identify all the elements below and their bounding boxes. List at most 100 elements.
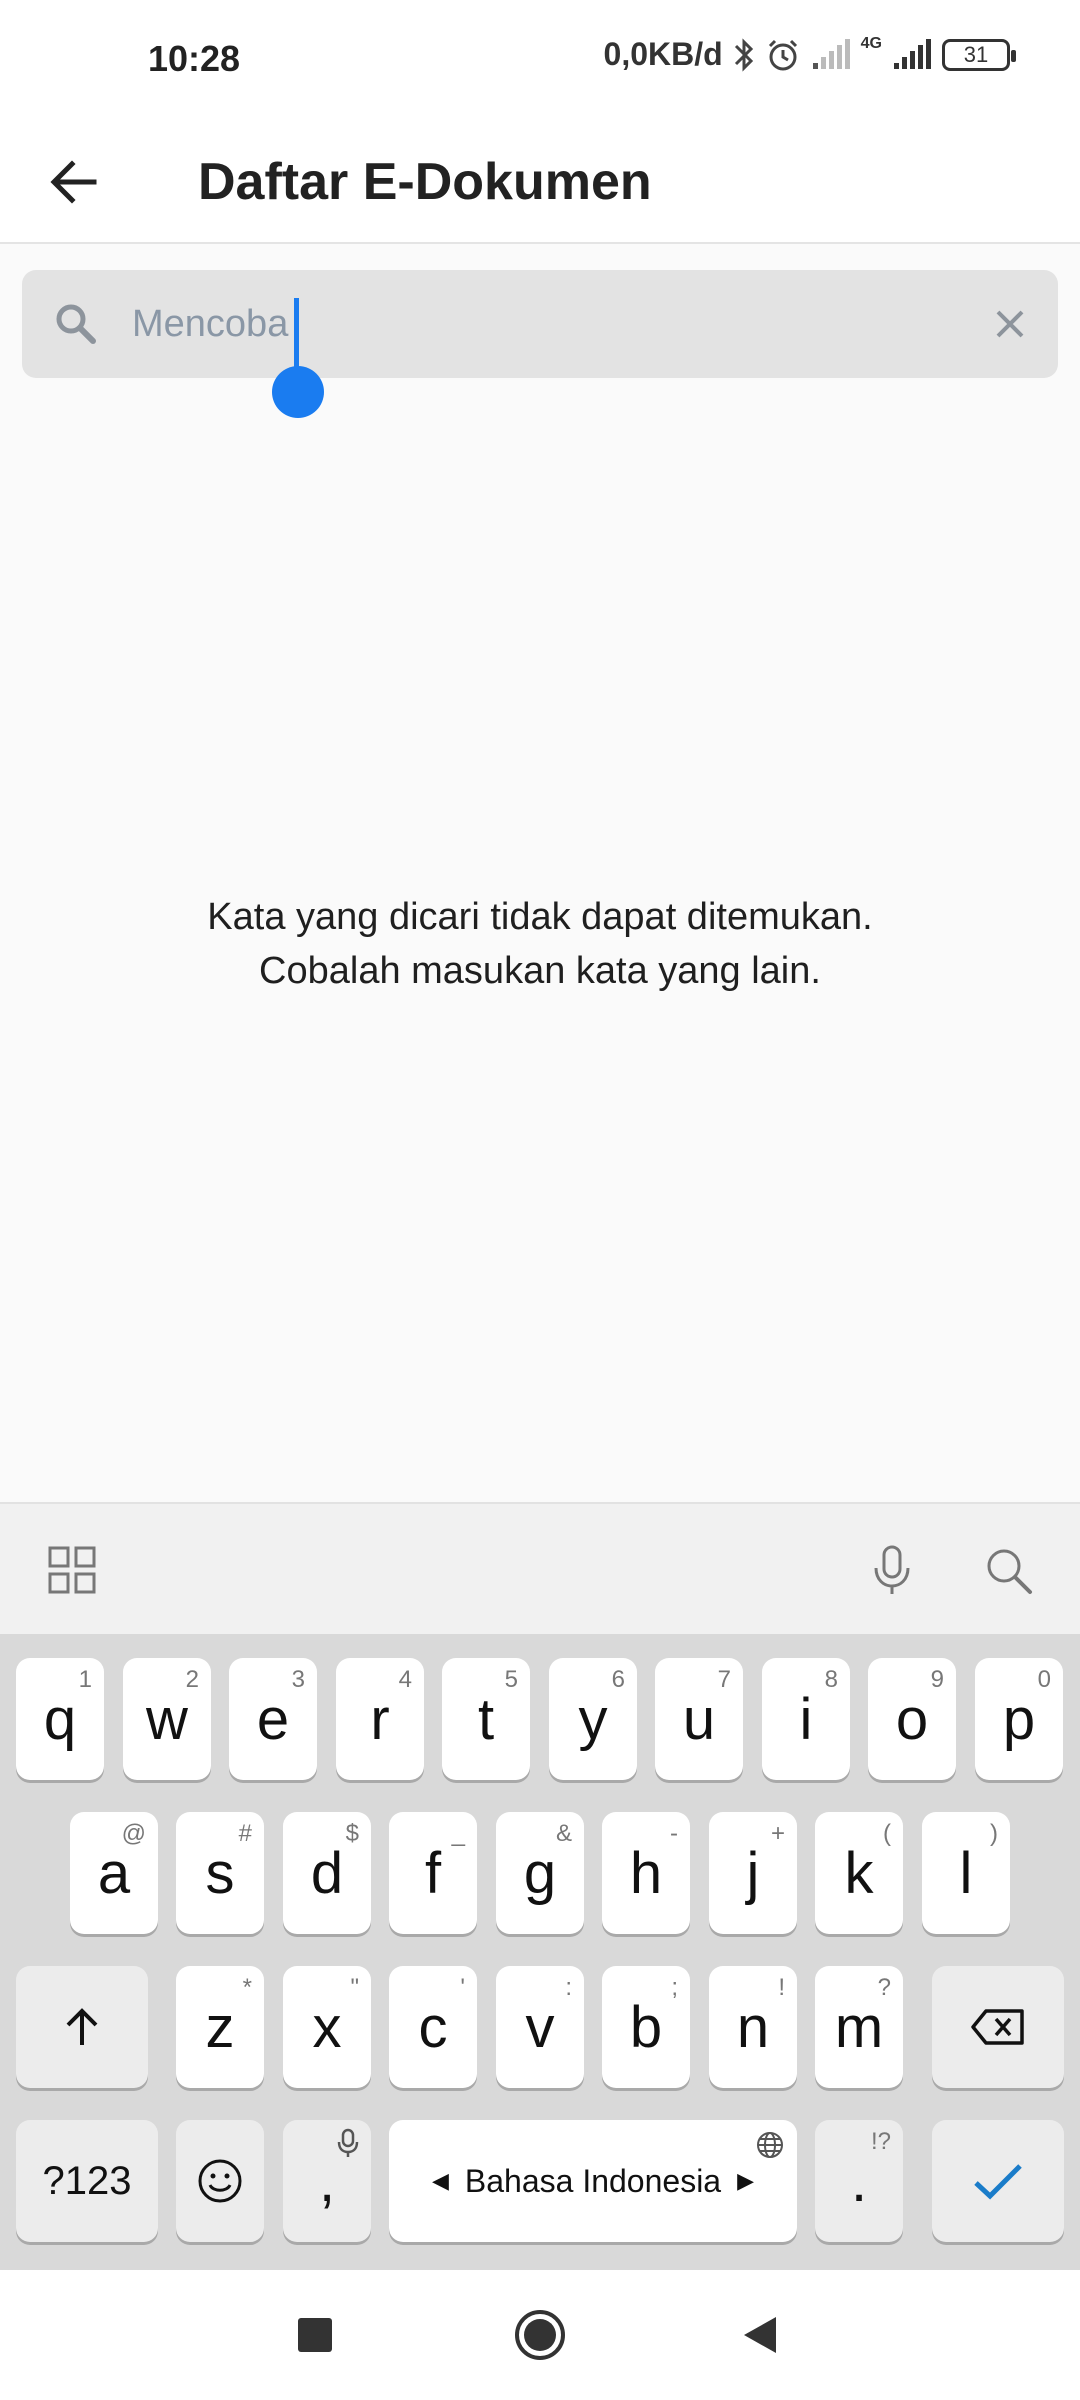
key-hint: $ [345,1820,359,1847]
voice-mic-icon [337,2128,359,2157]
key-s[interactable]: s # [176,1812,264,1934]
key-hint: ( [883,1820,891,1847]
key-label: x [312,1994,342,2060]
key-d[interactable]: d $ [283,1812,371,1934]
key-label: b [629,1994,663,2060]
key-label: ?123 [42,2158,132,2203]
keyboard-toolbar [0,1502,1080,1634]
key-hint: ? [877,1974,891,2001]
microphone-icon[interactable] [864,1542,920,1598]
key-hint: 3 [291,1666,305,1693]
key-label: e [256,1686,290,1752]
back-nav-button[interactable] [725,2300,795,2370]
soft-keyboard: q1 w2 e3 r4 t5 y6 u7 i8 o9 p0 a @ s # d $ f… [0,1634,1080,2270]
space-key[interactable]: ◀ Bahasa Indonesia ▶ [389,2120,797,2242]
key-hint: - [670,1820,678,1847]
emoji-icon [198,2159,242,2203]
page-title: Daftar E-Dokumen [198,153,652,211]
key-z[interactable]: z * [176,1966,264,2088]
backspace-key[interactable] [932,1966,1064,2088]
space-label: Bahasa Indonesia [464,2162,722,2199]
status-bar: 10:28 0,0KB/d 4G 31 [0,0,1080,120]
key-hint: # [238,1820,252,1847]
globe-icon [757,2132,783,2158]
key-c[interactable]: c ' [389,1966,477,2088]
status-icons: 0,0KB/d 4G 31 [604,35,1016,73]
key-l[interactable]: l) [922,1812,1010,1934]
key-q[interactable]: q1 [16,1658,104,1780]
key-hint: & [555,1820,572,1847]
key-w[interactable]: w2 [123,1658,211,1780]
key-label: n [736,1994,770,2060]
search-input[interactable] [132,288,692,360]
key-b[interactable]: b; [602,1966,690,2088]
key-hint: ! [778,1974,785,2001]
key-r[interactable]: r4 [336,1658,424,1780]
key-o[interactable]: o9 [868,1658,956,1780]
key-label: l [959,1840,973,1906]
key-g[interactable]: g & [496,1812,584,1934]
search-bar[interactable] [22,270,1058,378]
key-label: o [895,1686,929,1752]
key-label: f [424,1840,442,1906]
home-button[interactable] [505,2300,575,2370]
key-hint: + [770,1820,785,1847]
key-label: r [370,1686,390,1752]
key-label: w [146,1686,188,1752]
cursor-handle[interactable] [272,366,324,418]
key-hint: 8 [824,1666,838,1693]
battery-icon: 31 [942,38,1016,71]
key-label: d [310,1840,344,1906]
key-n[interactable]: n! [709,1966,797,2088]
key-h[interactable]: h- [602,1812,690,1934]
key-i[interactable]: i8 [762,1658,850,1780]
network-type: 4G [860,35,882,52]
key-k[interactable]: k( [815,1812,903,1934]
key-label: j [746,1840,760,1906]
key-u[interactable]: u7 [655,1658,743,1780]
key-hint: _ [451,1820,465,1847]
key-hint: ) [990,1820,998,1847]
caret-left-icon: ◀ [431,2168,449,2193]
key-label: g [523,1840,557,1906]
comma-key[interactable]: , [283,2120,371,2242]
key-hint: 9 [930,1666,944,1693]
period-key[interactable]: .!? [815,2120,903,2242]
key-label: a [97,1840,131,1906]
key-hint: @ [121,1820,146,1847]
key-hint: 2 [185,1666,199,1693]
recents-button[interactable] [280,2300,350,2370]
key-y[interactable]: y6 [549,1658,637,1780]
key-hint: * [242,1974,252,2001]
empty-state-line-2: Cobalah masukan kata yang lain. [259,950,821,992]
empty-state-message: Kata yang dicari tidak dapat ditemukan. … [0,890,1080,998]
keyboard-search-icon[interactable] [980,1542,1036,1598]
alarm-icon [768,39,797,70]
arrow-up-icon [66,2008,98,2045]
triangle-back-icon [744,2317,776,2353]
backspace-icon [971,2009,1024,2045]
check-icon [974,2164,1022,2200]
shift-key[interactable] [16,1966,148,2088]
key-f[interactable]: f _ [389,1812,477,1934]
apps-grid-icon[interactable] [44,1542,100,1598]
key-label: k [844,1840,874,1906]
enter-key[interactable] [932,2120,1064,2242]
key-m[interactable]: m? [815,1966,903,2088]
close-icon [996,310,1024,338]
key-a[interactable]: a @ [70,1812,158,1934]
key-e[interactable]: e3 [229,1658,317,1780]
key-j[interactable]: j + [709,1812,797,1934]
bluetooth-icon [734,37,753,72]
key-p[interactable]: p0 [975,1658,1063,1780]
symbols-key[interactable]: ?123 [16,2120,158,2242]
key-x[interactable]: x " [283,1966,371,2088]
key-v[interactable]: v: [496,1966,584,2088]
search-icon [56,304,96,344]
key-t[interactable]: t5 [442,1658,530,1780]
clear-search-button[interactable] [984,298,1036,350]
key-label: . [850,2148,868,2214]
emoji-key[interactable] [176,2120,264,2242]
back-button[interactable] [34,142,114,222]
key-hint: ; [671,1974,678,2001]
